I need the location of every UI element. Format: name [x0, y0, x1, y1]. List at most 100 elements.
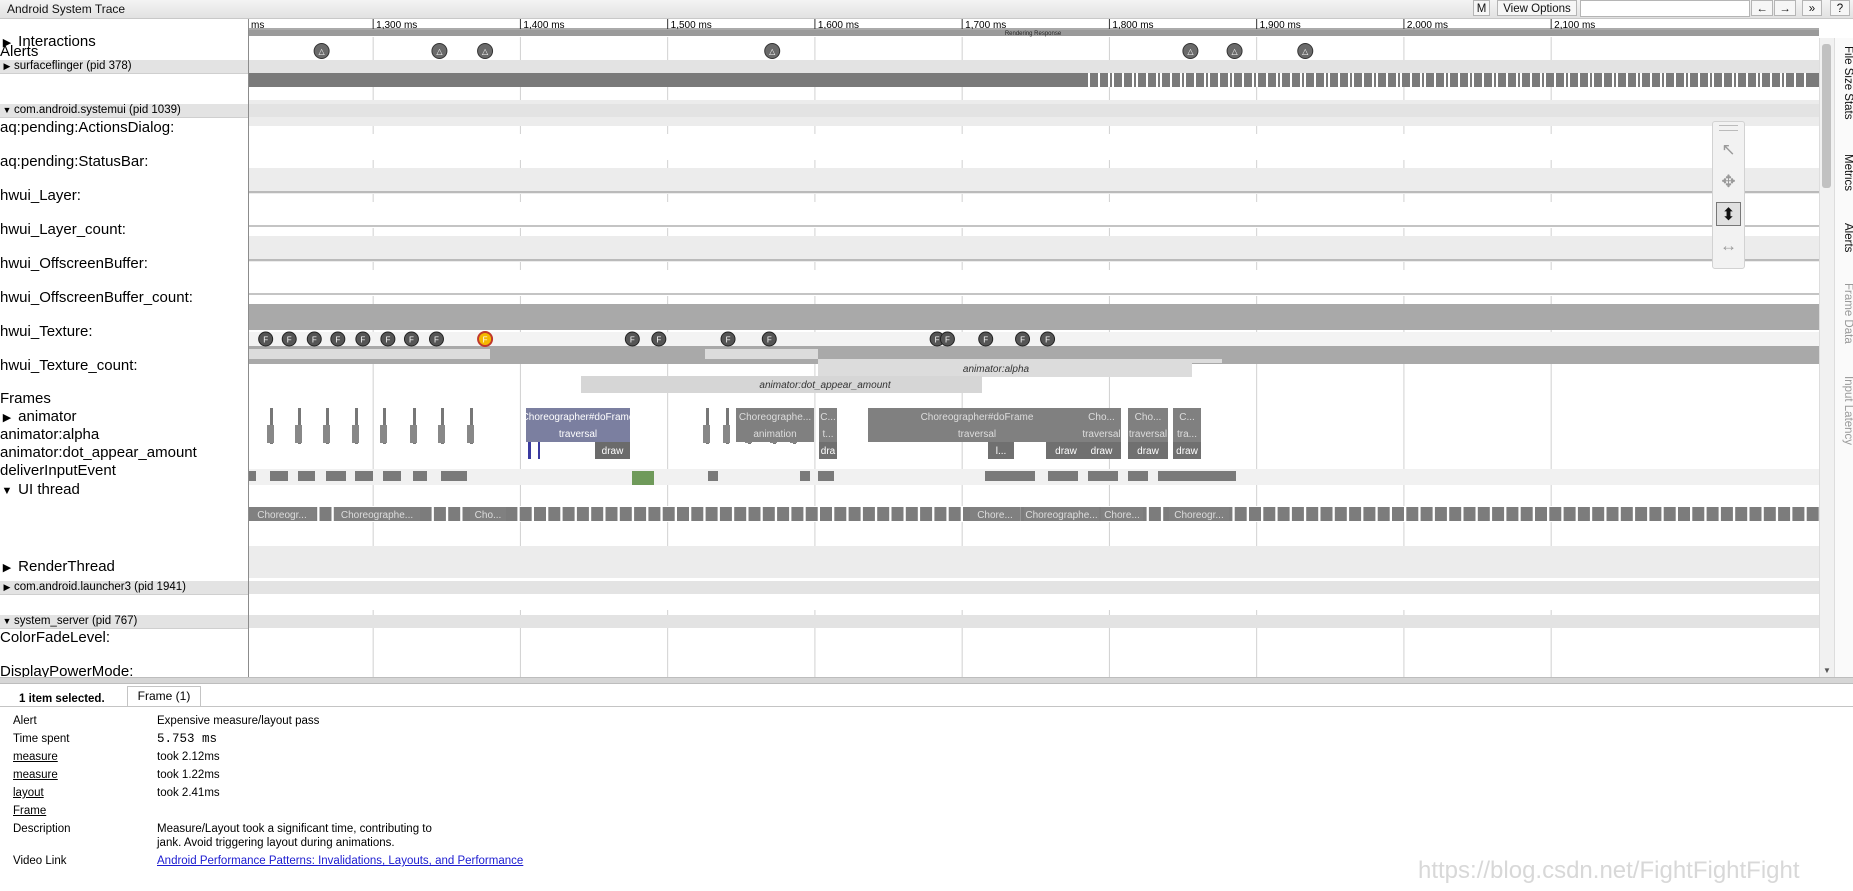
launcher-slice[interactable]: [319, 507, 332, 521]
ui-thread-subslice[interactable]: [538, 442, 540, 459]
launcher-slice[interactable]: [805, 507, 818, 521]
launcher-slice[interactable]: [1663, 507, 1676, 521]
launcher-slice[interactable]: [1249, 507, 1261, 521]
systemui-process-header[interactable]: ▼ com.android.systemui (pid 1039): [0, 104, 248, 118]
tab-alerts[interactable]: Alerts: [1835, 223, 1853, 252]
ui-thread-slice[interactable]: [703, 425, 710, 443]
launcher-slice[interactable]: [448, 507, 461, 521]
ui-thread-slice[interactable]: [295, 425, 302, 443]
launcher-slice[interactable]: [648, 507, 661, 521]
counter-track[interactable]: [248, 236, 1819, 262]
render-thread-slice[interactable]: [1088, 471, 1118, 481]
launcher-slice[interactable]: [1635, 507, 1648, 521]
render-thread-slice[interactable]: [1048, 471, 1078, 481]
measure-link[interactable]: measure: [13, 751, 58, 763]
system-server-process-header[interactable]: ▼ system_server (pid 767): [0, 615, 248, 629]
animator-alpha-slice[interactable]: [1192, 359, 1222, 363]
launcher-slice[interactable]: [1420, 507, 1433, 521]
launcher-slice[interactable]: [662, 507, 675, 521]
counter-track[interactable]: [248, 134, 1819, 160]
more-icon[interactable]: »: [1802, 0, 1822, 16]
forward-arrow-icon[interactable]: →: [1774, 0, 1796, 16]
launcher-slice[interactable]: [1620, 507, 1633, 521]
launcher-slice[interactable]: [862, 507, 875, 521]
launcher-slice[interactable]: [1148, 507, 1161, 521]
launcher-slice[interactable]: [605, 507, 618, 521]
ui-thread-slice[interactable]: [380, 425, 387, 443]
launcher-slice[interactable]: [1506, 507, 1519, 521]
launcher-slice[interactable]: [1291, 507, 1304, 521]
render-thread-slice[interactable]: [298, 471, 315, 481]
counter-track[interactable]: [248, 304, 1819, 330]
ui-thread-slice[interactable]: [352, 425, 359, 443]
render-thread-slice[interactable]: [632, 471, 654, 485]
launcher-slice[interactable]: [433, 507, 446, 521]
launcher-slice[interactable]: [1678, 507, 1690, 521]
expand-triangle-icon[interactable]: ▶: [0, 581, 14, 594]
launcher-slice[interactable]: [1577, 507, 1590, 521]
ui-thread-slice[interactable]: [723, 425, 730, 443]
expand-triangle-icon[interactable]: ▶: [0, 561, 14, 574]
animator-track-label[interactable]: ▶ animator: [0, 408, 77, 425]
m-button[interactable]: M: [1473, 0, 1490, 16]
launcher-slice[interactable]: [691, 507, 704, 521]
pan-tool-icon[interactable]: ✥: [1716, 170, 1741, 194]
expand-triangle-icon[interactable]: ▶: [0, 60, 14, 73]
launcher-slice[interactable]: [1592, 507, 1605, 521]
panel-resize-divider[interactable]: [0, 677, 1853, 684]
search-input[interactable]: [1580, 0, 1750, 17]
tab-input-latency[interactable]: Input Latency: [1835, 376, 1853, 445]
launcher-slice[interactable]: [1778, 507, 1791, 521]
select-tool-icon[interactable]: ↖: [1716, 138, 1741, 162]
launcher-process-header[interactable]: ▶ com.android.launcher3 (pid 1941): [0, 581, 248, 595]
render-thread-slice[interactable]: [800, 471, 810, 481]
surfaceflinger-track[interactable]: [248, 73, 1819, 87]
launcher-slice[interactable]: [834, 507, 847, 521]
launcher-slice[interactable]: [791, 507, 804, 521]
collapse-triangle-icon[interactable]: ▼: [0, 485, 14, 497]
tab-frame[interactable]: Frame (1): [127, 686, 201, 706]
video-link[interactable]: Android Performance Patterns: Invalidati…: [157, 855, 523, 867]
help-icon[interactable]: ?: [1830, 0, 1850, 16]
ui-thread-subslice[interactable]: [528, 442, 531, 459]
render-thread-slice[interactable]: [383, 471, 401, 481]
launcher-slice[interactable]: [591, 507, 604, 521]
render-thread-slice[interactable]: [1128, 471, 1148, 481]
launcher-slice[interactable]: [1320, 507, 1333, 521]
view-options-button[interactable]: View Options: [1497, 0, 1577, 16]
launcher-slice[interactable]: [1563, 507, 1576, 521]
ui-thread-slice[interactable]: [438, 425, 445, 443]
launcher-slice[interactable]: [1749, 507, 1762, 521]
tab-frame-data[interactable]: Frame Data: [1835, 283, 1853, 344]
render-thread-slice[interactable]: [1188, 471, 1236, 481]
render-thread-slice[interactable]: [1158, 471, 1188, 481]
launcher-slice[interactable]: [1806, 507, 1819, 521]
ui-thread-slice[interactable]: [410, 425, 417, 443]
launcher-slice[interactable]: [1649, 507, 1662, 521]
zoom-tool-icon[interactable]: ⬍: [1716, 202, 1741, 226]
launcher-slice[interactable]: [619, 507, 632, 521]
launcher-slice[interactable]: [1535, 507, 1547, 521]
collapse-triangle-icon[interactable]: ▼: [0, 615, 14, 628]
scrollbar-thumb[interactable]: [1822, 44, 1831, 188]
launcher-slice[interactable]: [891, 507, 904, 521]
render-thread-slice[interactable]: [708, 471, 718, 481]
tab-file-size-stats[interactable]: File Size Stats: [1835, 46, 1853, 120]
launcher-slice[interactable]: [877, 507, 890, 521]
launcher-slice[interactable]: [1520, 507, 1533, 521]
launcher-slice[interactable]: [1606, 507, 1619, 521]
vertical-scrollbar[interactable]: ▼: [1819, 38, 1834, 677]
launcher-slice[interactable]: [1277, 507, 1290, 521]
counter-track[interactable]: [248, 270, 1819, 296]
launcher-slice[interactable]: [705, 507, 718, 521]
tab-metrics[interactable]: Metrics: [1835, 154, 1853, 191]
drag-handle[interactable]: [1719, 125, 1738, 131]
launcher-slice[interactable]: [1377, 507, 1390, 521]
launcher-slice[interactable]: [1720, 507, 1733, 521]
render-thread-slice[interactable]: [985, 471, 1035, 481]
launcher-slice[interactable]: [948, 507, 961, 521]
launcher-slice[interactable]: [1263, 507, 1276, 521]
expand-triangle-icon[interactable]: ▶: [0, 411, 14, 424]
launcher-slice[interactable]: [1463, 507, 1476, 521]
launcher-slice[interactable]: [820, 507, 832, 521]
